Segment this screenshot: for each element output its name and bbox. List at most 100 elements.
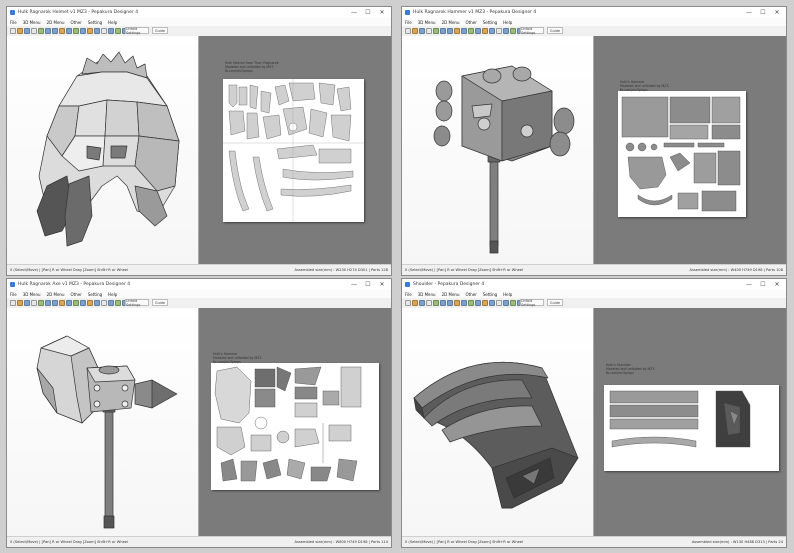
unfold-settings-button[interactable]: Unfold Settings (520, 299, 544, 307)
rotate-icon[interactable] (66, 28, 72, 34)
2d-layout-pane[interactable]: Hulk's Hammer Modeled and unfolded by MZ… (199, 308, 391, 537)
menu-other[interactable]: Other (70, 20, 81, 25)
unfold-icon[interactable] (433, 300, 439, 306)
maximize-icon[interactable]: ☐ (756, 7, 770, 18)
new-file-icon[interactable] (10, 28, 16, 34)
layout-icon[interactable] (510, 28, 516, 34)
open-icon[interactable] (17, 300, 23, 306)
zoom-icon[interactable] (94, 28, 100, 34)
minimize-icon[interactable]: — (347, 7, 361, 18)
view-icon[interactable] (503, 28, 509, 34)
menu-2d[interactable]: 2D Menu (47, 292, 65, 297)
menu-3d[interactable]: 3D Menu (23, 20, 41, 25)
texture-icon[interactable] (482, 28, 488, 34)
redo-icon[interactable] (447, 300, 453, 306)
minimize-icon[interactable]: — (347, 279, 361, 290)
unfold-icon[interactable] (433, 28, 439, 34)
close-icon[interactable]: ✕ (770, 7, 784, 18)
menu-setting[interactable]: Setting (483, 292, 497, 297)
menu-2d[interactable]: 2D Menu (442, 292, 460, 297)
menu-help[interactable]: Help (108, 292, 117, 297)
undo-icon[interactable] (440, 28, 446, 34)
menu-file[interactable]: File (10, 20, 17, 25)
join-icon[interactable] (468, 28, 474, 34)
save-icon[interactable] (24, 300, 30, 306)
join-icon[interactable] (468, 300, 474, 306)
flap-icon[interactable] (80, 28, 86, 34)
open-icon[interactable] (17, 28, 23, 34)
open-icon[interactable] (412, 28, 418, 34)
menu-setting[interactable]: Setting (88, 292, 102, 297)
guide-button[interactable]: Guide (152, 299, 168, 306)
menu-file[interactable]: File (10, 292, 17, 297)
select-icon[interactable] (59, 28, 65, 34)
menu-2d[interactable]: 2D Menu (442, 20, 460, 25)
undo-icon[interactable] (440, 300, 446, 306)
maximize-icon[interactable]: ☐ (361, 7, 375, 18)
2d-layout-pane[interactable]: Hulk Helmet from Thor: Ragnarok Modeled … (199, 36, 391, 265)
menu-help[interactable]: Help (108, 20, 117, 25)
texture-icon[interactable] (87, 28, 93, 34)
maximize-icon[interactable]: ☐ (361, 279, 375, 290)
print-icon[interactable] (426, 300, 432, 306)
menu-2d[interactable]: 2D Menu (47, 20, 65, 25)
settings-icon[interactable] (101, 28, 107, 34)
settings-icon[interactable] (101, 300, 107, 306)
maximize-icon[interactable]: ☐ (756, 279, 770, 290)
open-icon[interactable] (412, 300, 418, 306)
select-icon[interactable] (454, 300, 460, 306)
menu-help[interactable]: Help (503, 20, 512, 25)
new-file-icon[interactable] (405, 28, 411, 34)
2d-layout-pane[interactable]: Hulk's Shoulder Modeled and unfolded by … (594, 308, 786, 537)
unfold-settings-button[interactable]: Unfold Settings (125, 27, 149, 35)
guide-button[interactable]: Guide (547, 27, 563, 34)
menu-help[interactable]: Help (503, 292, 512, 297)
flap-icon[interactable] (475, 28, 481, 34)
print-icon[interactable] (31, 300, 37, 306)
view-icon[interactable] (108, 28, 114, 34)
save-icon[interactable] (419, 28, 425, 34)
print-icon[interactable] (31, 28, 37, 34)
texture-icon[interactable] (87, 300, 93, 306)
2d-layout-pane[interactable]: Hulk's Hammer Modeled and unfolded by MZ… (594, 36, 786, 265)
unfold-icon[interactable] (38, 300, 44, 306)
menu-file[interactable]: File (405, 292, 412, 297)
3d-view-pane[interactable] (402, 308, 594, 537)
minimize-icon[interactable]: — (742, 279, 756, 290)
settings-icon[interactable] (496, 300, 502, 306)
menu-other[interactable]: Other (465, 292, 476, 297)
join-icon[interactable] (73, 28, 79, 34)
close-icon[interactable]: ✕ (770, 279, 784, 290)
select-icon[interactable] (59, 300, 65, 306)
menu-3d[interactable]: 3D Menu (23, 292, 41, 297)
rotate-icon[interactable] (66, 300, 72, 306)
new-file-icon[interactable] (405, 300, 411, 306)
unfold-icon[interactable] (38, 28, 44, 34)
menu-setting[interactable]: Setting (88, 20, 102, 25)
guide-button[interactable]: Guide (547, 299, 563, 306)
minimize-icon[interactable]: — (742, 7, 756, 18)
close-icon[interactable]: ✕ (375, 279, 389, 290)
3d-view-pane[interactable] (402, 36, 594, 265)
undo-icon[interactable] (45, 28, 51, 34)
select-icon[interactable] (454, 28, 460, 34)
rotate-icon[interactable] (461, 28, 467, 34)
settings-icon[interactable] (496, 28, 502, 34)
view-icon[interactable] (503, 300, 509, 306)
menu-3d[interactable]: 3D Menu (418, 20, 436, 25)
redo-icon[interactable] (52, 28, 58, 34)
print-icon[interactable] (426, 28, 432, 34)
redo-icon[interactable] (447, 28, 453, 34)
redo-icon[interactable] (52, 300, 58, 306)
menu-3d[interactable]: 3D Menu (418, 292, 436, 297)
zoom-icon[interactable] (94, 300, 100, 306)
layout-icon[interactable] (115, 300, 121, 306)
texture-icon[interactable] (482, 300, 488, 306)
zoom-icon[interactable] (489, 300, 495, 306)
new-file-icon[interactable] (10, 300, 16, 306)
undo-icon[interactable] (45, 300, 51, 306)
layout-icon[interactable] (510, 300, 516, 306)
save-icon[interactable] (419, 300, 425, 306)
menu-file[interactable]: File (405, 20, 412, 25)
menu-other[interactable]: Other (70, 292, 81, 297)
